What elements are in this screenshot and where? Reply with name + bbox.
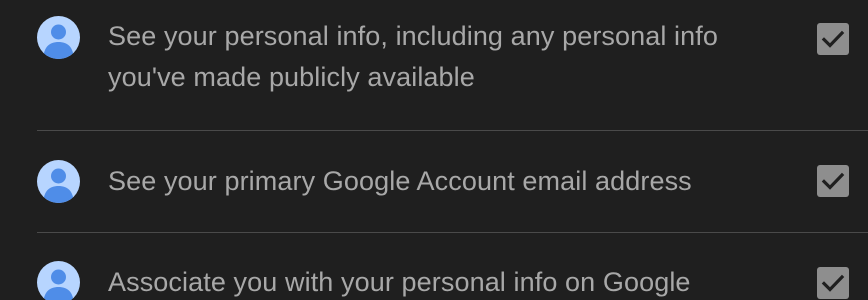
account-avatar-icon [37,261,80,300]
account-avatar-icon [37,16,80,59]
scope-checkbox[interactable] [817,23,849,55]
checkmark-icon [821,172,845,190]
checkmark-icon [821,30,845,48]
checkmark-icon [821,274,845,292]
scope-description: See your primary Google Account email ad… [108,166,692,196]
scope-checkbox[interactable] [817,165,849,197]
scope-row-personal-info: See your personal info, including any pe… [0,0,868,130]
account-avatar-icon [37,160,80,203]
scope-row-associate: Associate you with your personal info on… [0,233,868,300]
scope-description: Associate you with your personal info on… [108,267,691,297]
scope-checkbox[interactable] [817,267,849,299]
scope-row-email: See your primary Google Account email ad… [0,131,868,232]
scope-list: See your personal info, including any pe… [0,0,868,300]
scope-description: See your personal info, including any pe… [108,21,718,92]
